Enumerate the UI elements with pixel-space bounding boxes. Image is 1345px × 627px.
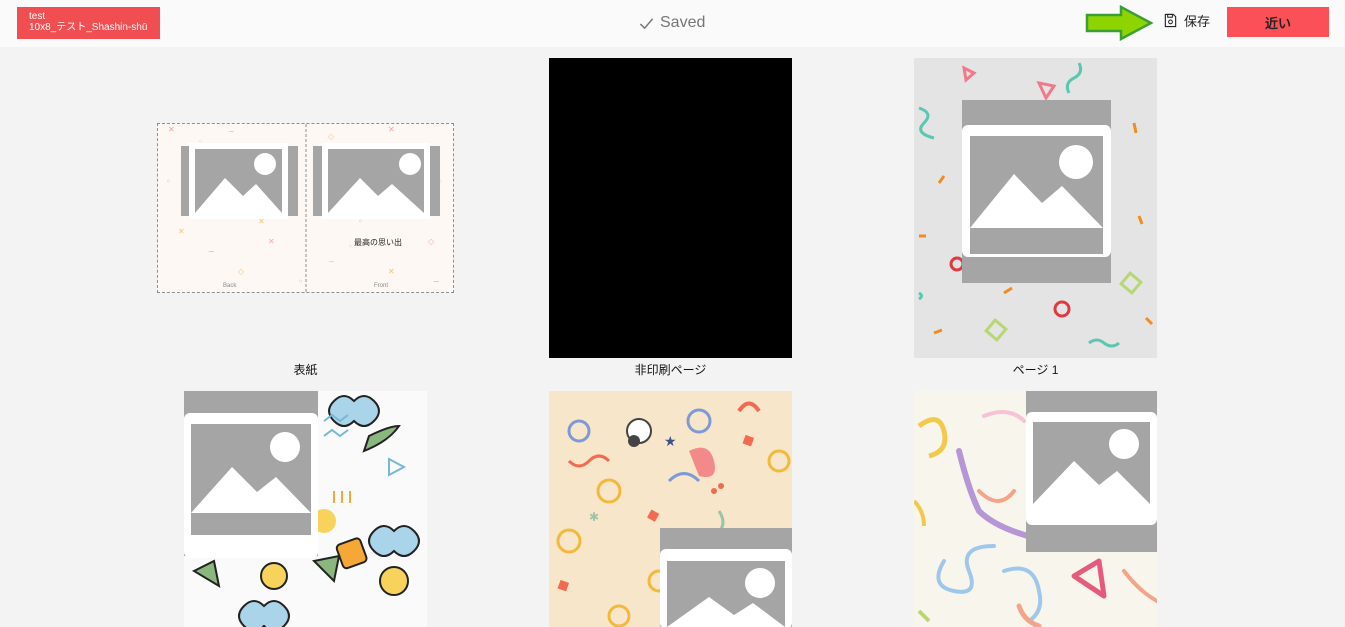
svg-text:✕: ✕ [388, 125, 395, 134]
svg-text:✕: ✕ [168, 125, 175, 134]
cover-title: 最高の思い出 [354, 238, 402, 247]
save-file-icon [1164, 13, 1177, 27]
svg-text:◇: ◇ [328, 132, 335, 141]
svg-text:✱: ✱ [589, 510, 599, 524]
doodle-pattern: ★ ✱ [556, 401, 792, 627]
page-caption: 表紙 [293, 363, 318, 377]
svg-text:✕: ✕ [178, 227, 185, 236]
svg-text:~: ~ [328, 257, 335, 266]
image-placeholder-icon [181, 143, 298, 219]
close-button[interactable]: 近い [1227, 7, 1329, 37]
svg-text:◇: ◇ [238, 267, 245, 276]
svg-text:◇: ◇ [428, 237, 435, 246]
confetti-pattern [918, 62, 1154, 348]
confetti-pattern: ✕◦ ~✕ ◇✕ ~◦ ◦✕ ~◇ ✕◦ ~◦ ✕◇ ~◦ ✕~ ◦~ [166, 124, 443, 292]
svg-text:★: ★ [664, 434, 677, 450]
save-button[interactable]: 保存 [1163, 11, 1210, 29]
page-caption: ページ 1 [1012, 363, 1059, 377]
svg-text:~: ~ [433, 277, 440, 286]
check-icon [639, 17, 654, 29]
arrow-pointer-icon [1085, 5, 1154, 41]
back-label: Back [223, 283, 237, 289]
svg-text:✕: ✕ [268, 237, 275, 246]
saved-label: Saved [660, 14, 706, 31]
image-placeholder-icon [184, 391, 318, 558]
page-thumb-3[interactable]: ★ ✱ [549, 391, 792, 627]
top-toolbar: test 10x8_テスト_Shashin-shū Saved 保存 近い [0, 0, 1345, 47]
doodle-pattern [914, 391, 1157, 627]
svg-text:~: ~ [208, 247, 215, 256]
save-status: Saved [639, 13, 705, 33]
svg-text:◦: ◦ [298, 277, 303, 286]
project-name-badge[interactable]: test 10x8_テスト_Shashin-shū [17, 7, 160, 39]
page-thumb-nonprint[interactable] [549, 58, 792, 358]
page-caption: 非印刷ページ [634, 363, 707, 377]
svg-text:~: ~ [228, 127, 235, 136]
project-name-line2: 10x8_テスト_Shashin-shū [29, 22, 148, 33]
svg-text:◦: ◦ [166, 177, 171, 186]
page-thumb-2[interactable] [184, 391, 427, 627]
page-thumb-cover[interactable]: ✕◦ ~✕ ◇✕ ~◦ ◦✕ ~◇ ✕◦ ~◦ ✕◇ ~◦ ✕~ ◦~ [157, 123, 454, 293]
image-placeholder-icon [1026, 391, 1157, 552]
front-label: Front [374, 283, 389, 289]
save-label: 保存 [1184, 13, 1211, 29]
image-placeholder-icon [313, 143, 440, 219]
svg-text:◦: ◦ [348, 242, 353, 251]
project-name-line1: test [29, 11, 46, 22]
doodle-pattern [184, 391, 420, 627]
image-placeholder-icon [962, 100, 1111, 283]
page-thumb-1[interactable] [914, 58, 1157, 358]
page-thumb-4[interactable] [914, 391, 1157, 627]
image-placeholder-icon [660, 528, 792, 627]
svg-text:✕: ✕ [388, 267, 395, 276]
